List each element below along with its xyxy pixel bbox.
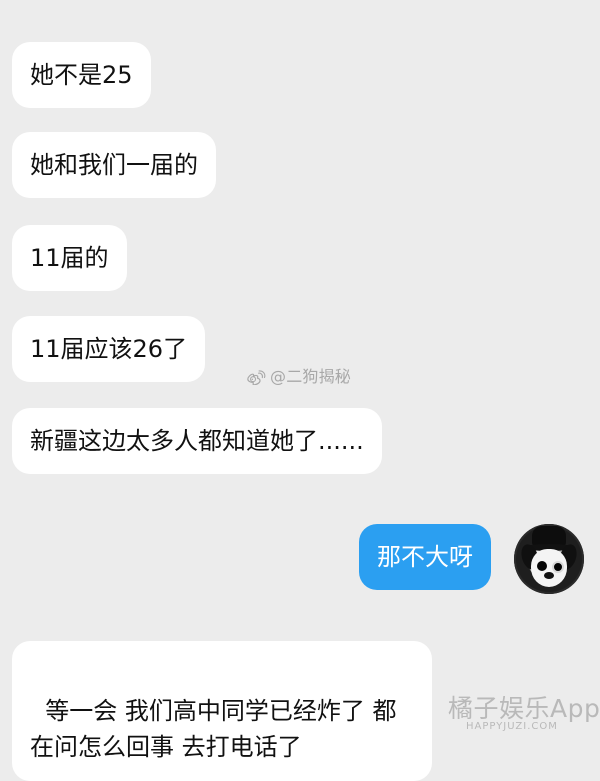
weibo-watermark: @二狗揭秘 (246, 368, 351, 386)
brand-watermark: 橘子娱乐App HAPPYJUZI.COM (448, 694, 600, 732)
message-text: 她和我们一届的 (30, 151, 198, 179)
message-text: 等一会 我们高中同学已经炸了 都 在问怎么回事 去打电话了 (30, 697, 397, 761)
brand-domain: HAPPYJUZI.COM (466, 721, 558, 732)
outgoing-message: 那不大呀 (359, 524, 491, 590)
incoming-message: 她和我们一届的 (12, 132, 216, 198)
message-text: 她不是25 (30, 61, 133, 89)
weibo-icon (246, 369, 266, 385)
incoming-message: 11届的 (12, 225, 127, 291)
brand-name: 橘子娱乐App (448, 694, 600, 723)
message-text: 11届应该26了 (30, 335, 188, 363)
message-text: 11届的 (30, 244, 109, 272)
message-text: 新疆这边太多人都知道她了...... (30, 427, 364, 455)
avatar-icon (514, 524, 584, 594)
incoming-message: 新疆这边太多人都知道她了...... (12, 408, 382, 474)
incoming-message: 等一会 我们高中同学已经炸了 都 在问怎么回事 去打电话了 (12, 641, 432, 781)
weibo-handle: @二狗揭秘 (270, 367, 352, 386)
incoming-message: 她不是25 (12, 42, 151, 108)
incoming-message: 11届应该26了 (12, 316, 206, 382)
message-text: 那不大呀 (377, 543, 473, 571)
